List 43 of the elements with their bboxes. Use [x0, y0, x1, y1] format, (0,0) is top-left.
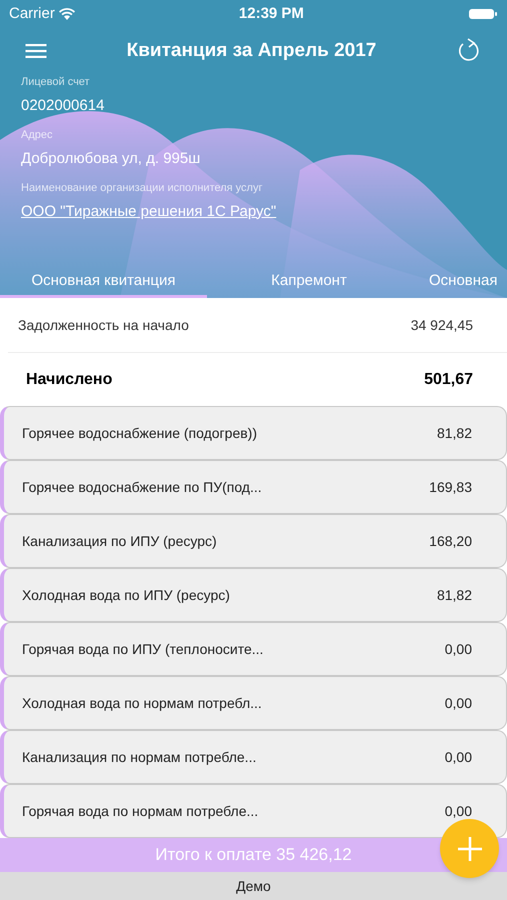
field-value: Добролюбова ул, д. 995ш [21, 148, 202, 168]
carrier-label: Carrier [9, 4, 55, 24]
service-amount: 0,00 [444, 640, 472, 658]
total-text: Итого к оплате 35 426,12 [155, 844, 352, 866]
wifi-icon [58, 8, 75, 20]
menu-icon [24, 44, 48, 58]
service-row[interactable]: Горячее водоснабжение (подогрев)) 81,82 [0, 406, 507, 460]
summary-label: Начислено [26, 370, 112, 390]
service-row[interactable]: Канализация по ИПУ (ресурс) 168,20 [0, 514, 507, 568]
menu-button[interactable] [24, 41, 48, 61]
service-amount: 0,00 [444, 748, 472, 766]
service-name: Холодная вода по ИПУ (ресурс) [22, 586, 230, 605]
service-row[interactable]: Горячая вода по ИПУ (теплоносите... 0,00 [0, 622, 507, 676]
footer-text: Демо [236, 876, 271, 896]
field-label: Наименование организации исполнителя услуг [21, 181, 264, 196]
status-time: 12:39 PM [238, 4, 304, 24]
field-value: 0202000614 [21, 96, 106, 116]
service-amount: 81,82 [436, 424, 472, 442]
plus-icon [456, 836, 482, 862]
field-label: Лицевой счет [21, 75, 91, 90]
service-row[interactable]: Горячее водоснабжение по ПУ(под... 169,83 [0, 460, 507, 514]
service-row[interactable]: Холодная вода по ИПУ (ресурс) 81,82 [0, 568, 507, 622]
field-label: Адрес [21, 128, 54, 143]
service-amount: 168,20 [429, 532, 472, 550]
summary-value: 34 924,45 [410, 316, 473, 334]
screen-title: Квитанция за Апрель 2017 [126, 38, 376, 63]
service-row[interactable]: Холодная вода по нормам потребл... 0,00 [0, 676, 507, 730]
service-name: Горячая вода по ИПУ (теплоносите... [22, 640, 264, 659]
service-amount: 169,83 [429, 478, 472, 496]
battery-icon [468, 7, 498, 21]
service-row[interactable]: Канализация по нормам потребле... 0,00 [0, 730, 507, 784]
service-name: Холодная вода по нормам потребл... [22, 694, 262, 713]
service-amount: 0,00 [444, 802, 472, 820]
service-name: Горячая вода по нормам потребле... [22, 802, 258, 821]
service-name: Горячее водоснабжение по ПУ(под... [22, 478, 262, 497]
service-row[interactable]: Горячая вода по нормам потребле... 0,00 [0, 784, 507, 838]
summary-value: 501,67 [424, 370, 473, 390]
service-amount: 81,82 [436, 586, 472, 604]
service-amount: 0,00 [444, 694, 472, 712]
service-name: Канализация по нормам потребле... [22, 748, 256, 767]
service-name: Канализация по ИПУ (ресурс) [22, 532, 217, 551]
service-name: Горячее водоснабжение (подогрев)) [22, 424, 257, 443]
summary-label: Задолженность на начало [18, 316, 189, 335]
